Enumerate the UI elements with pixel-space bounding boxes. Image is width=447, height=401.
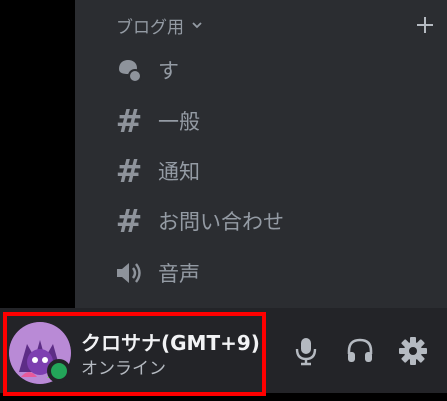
channel-name: 一般 (158, 110, 200, 134)
channel-contact[interactable]: # お問い合わせ (112, 201, 432, 241)
channel-voice[interactable]: 音声 (112, 253, 432, 293)
channel-name: お問い合わせ (158, 210, 284, 234)
speaker-icon (112, 256, 146, 290)
gear-icon[interactable] (396, 334, 430, 368)
channel-name: す (158, 59, 179, 83)
highlight-box (3, 312, 266, 396)
hash-icon: # (115, 202, 143, 240)
microphone-icon[interactable] (289, 334, 323, 368)
category-header[interactable]: ブログ用 (116, 13, 204, 38)
headphones-icon[interactable] (343, 334, 377, 368)
channel-notifications[interactable]: # 通知 (112, 151, 432, 191)
category-label: ブログ用 (116, 17, 184, 38)
channel-general[interactable]: # 一般 (112, 101, 432, 141)
channel-name: 音声 (158, 262, 200, 286)
hash-icon: # (115, 152, 143, 190)
chevron-down-icon (192, 22, 202, 29)
channel-name: 通知 (158, 160, 200, 184)
channel-forum[interactable]: す (112, 50, 432, 90)
forum-icon (112, 53, 146, 87)
hash-icon: # (115, 102, 143, 140)
plus-icon[interactable] (414, 14, 436, 36)
